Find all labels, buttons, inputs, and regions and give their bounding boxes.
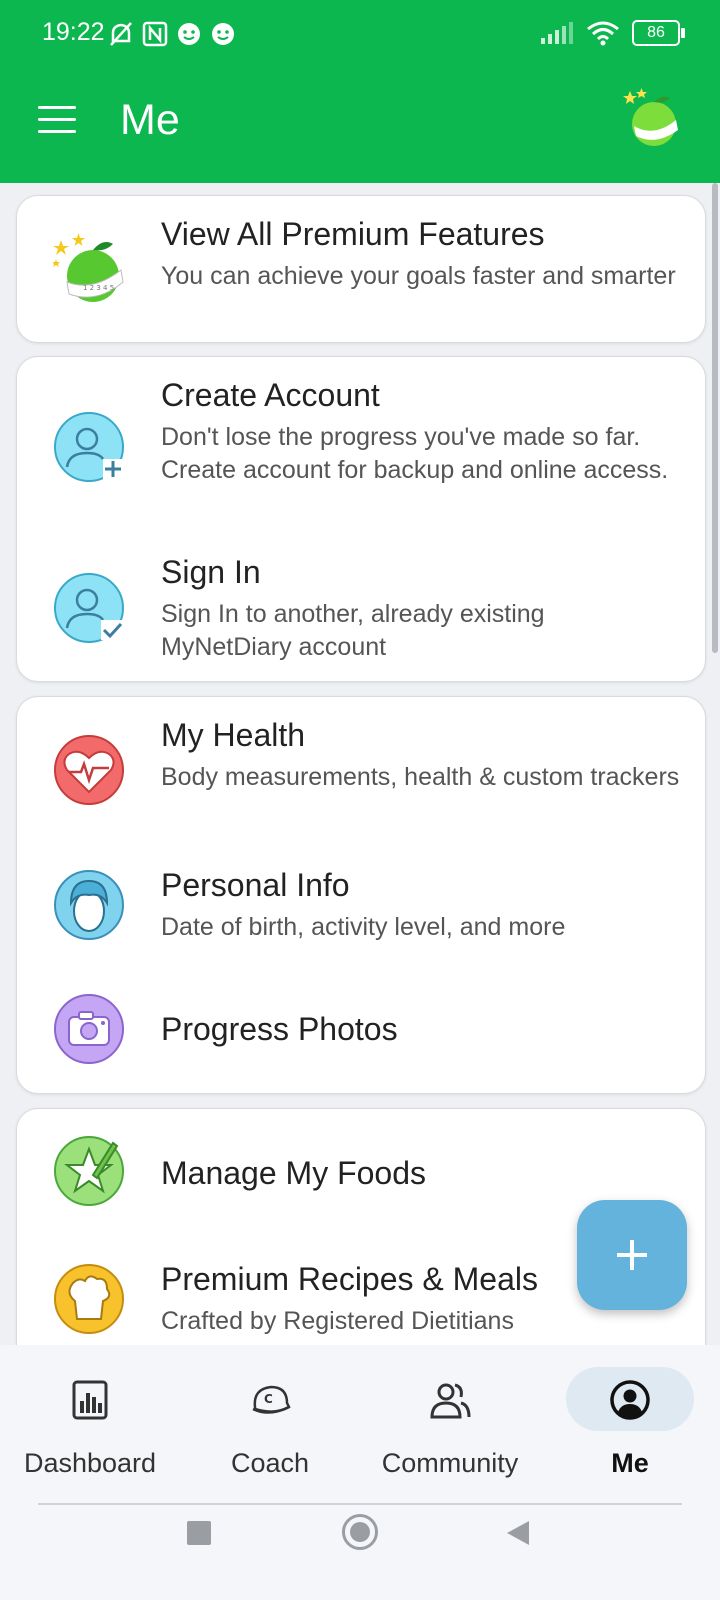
account-card: Create Account Don't lose the progress y… (16, 356, 706, 682)
camera-icon (54, 994, 124, 1064)
tab-dashboard[interactable]: Dashboard (0, 1345, 180, 1505)
status-icons-right: 86 (540, 20, 685, 46)
premium-apple-icon: 1 2 3 4 5 (53, 233, 124, 302)
user-check-icon (54, 573, 124, 643)
create-account-row[interactable]: Create Account Don't lose the progress y… (17, 357, 705, 532)
create-account-subtitle: Don't lose the progress you've made so f… (161, 423, 669, 484)
coach-cap-icon: C (252, 1385, 291, 1414)
tab-dashboard-label: Dashboard (23, 1448, 157, 1478)
home-icon[interactable] (342, 1514, 378, 1550)
battery-level: 86 (647, 24, 665, 41)
my-health-title: My Health (161, 717, 306, 753)
add-button[interactable] (577, 1200, 687, 1310)
personal-info-subtitle: Date of birth, activity level, and more (161, 913, 566, 941)
my-health-subtitle: Body measurements, health & custom track… (161, 763, 680, 791)
sign-in-row[interactable]: Sign In Sign In to another, already exis… (17, 532, 705, 681)
my-health-row[interactable]: My Health Body measurements, health & cu… (17, 697, 705, 847)
personal-info-title: Personal Info (161, 867, 350, 903)
tab-community-label: Community (381, 1448, 519, 1478)
smiley-icon (178, 23, 200, 45)
signal-icon (541, 22, 573, 44)
recipes-title: Premium Recipes & Meals (161, 1261, 538, 1297)
create-account-title: Create Account (161, 377, 380, 413)
recent-apps-icon[interactable] (187, 1521, 211, 1545)
tab-coach-label: Coach (230, 1448, 310, 1478)
progress-photos-title: Progress Photos (161, 1011, 398, 1047)
profile-icon (610, 1380, 650, 1420)
wifi-icon (587, 21, 619, 46)
status-time: 19:22 (42, 18, 105, 46)
status-bar: 19:22 86 (0, 0, 720, 70)
tab-me-label: Me (611, 1448, 649, 1478)
app-bar: Me (0, 70, 720, 183)
content-list: 1 2 3 4 5 View All Premium Features You … (0, 183, 720, 1345)
people-icon (430, 1383, 471, 1419)
health-card: My Health Body measurements, health & cu… (16, 696, 706, 1094)
nfc-icon (142, 21, 168, 47)
chef-hat-icon (54, 1264, 124, 1334)
hamburger-icon[interactable] (38, 106, 76, 134)
star-pencil-icon (54, 1136, 124, 1206)
bell-off-icon (110, 22, 132, 46)
premium-subtitle: You can achieve your goals faster and sm… (161, 262, 676, 290)
sign-in-title: Sign In (161, 554, 261, 590)
tab-coach[interactable]: C Coach (180, 1345, 360, 1505)
svg-text:C: C (264, 1392, 273, 1406)
progress-photos-row[interactable]: Progress Photos (17, 969, 705, 1093)
battery-icon: 86 (632, 20, 685, 46)
tab-community[interactable]: Community (360, 1345, 540, 1505)
person-face-icon (54, 870, 124, 940)
heart-pulse-icon (54, 735, 124, 805)
sign-in-subtitle: Sign In to another, already existing MyN… (161, 600, 545, 661)
smiley-icon (212, 23, 234, 45)
system-nav-bar (0, 1505, 720, 1600)
premium-card[interactable]: 1 2 3 4 5 View All Premium Features You … (16, 195, 706, 343)
apple-tape-logo-icon[interactable] (622, 88, 680, 148)
svg-text:1 2 3 4 5: 1 2 3 4 5 (83, 284, 114, 292)
page-title: Me (120, 96, 180, 144)
status-icons-left (108, 20, 236, 48)
bottom-nav: Dashboard C Coach Community Me (0, 1345, 720, 1505)
manage-foods-title: Manage My Foods (161, 1155, 427, 1191)
back-icon[interactable] (505, 1519, 531, 1547)
bar-chart-icon (72, 1380, 108, 1420)
premium-title: View All Premium Features (161, 216, 545, 252)
personal-info-row[interactable]: Personal Info Date of birth, activity le… (17, 847, 705, 969)
scrollbar[interactable] (712, 183, 718, 653)
tab-me[interactable]: Me (540, 1345, 720, 1505)
user-add-icon (54, 412, 124, 482)
